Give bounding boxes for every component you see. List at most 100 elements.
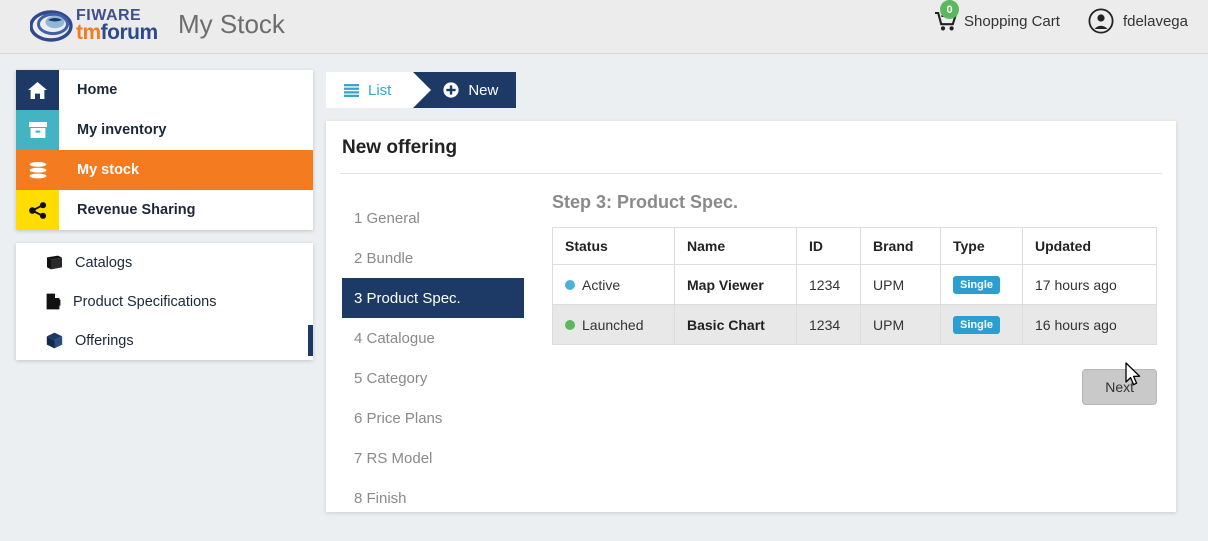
wizard-step-1[interactable]: 1 General bbox=[342, 198, 522, 238]
sidebar-item-product-specifications[interactable]: Product Specifications bbox=[16, 282, 313, 321]
stock-icon-block bbox=[16, 150, 59, 190]
cart-count-badge: 0 bbox=[940, 0, 960, 19]
wizard-step-6-label: 6 Price Plans bbox=[354, 409, 443, 427]
header-actions: 0 Shopping Cart fdelavega bbox=[935, 0, 1188, 34]
cell-updated: 16 hours ago bbox=[1022, 304, 1157, 345]
revenue-icon-block bbox=[16, 190, 59, 230]
database-stack-icon bbox=[29, 161, 46, 178]
sidebar-item-home-label: Home bbox=[77, 82, 118, 98]
cell-brand: UPM bbox=[860, 264, 941, 305]
wizard-step-5[interactable]: 5 Category bbox=[342, 358, 522, 398]
wizard-step-content: Step 3: Product Spec. Status Name ID Bra… bbox=[522, 186, 1176, 518]
column-header-brand: Brand bbox=[860, 227, 941, 265]
list-icon bbox=[344, 83, 359, 97]
sidebar-item-my-stock[interactable]: My stock bbox=[16, 150, 313, 190]
cell-status: Launched bbox=[552, 304, 675, 345]
inventory-box-icon bbox=[28, 122, 47, 138]
wizard-step-8[interactable]: 8 Finish bbox=[342, 478, 522, 518]
table-body: Active Map Viewer 1234 UPM Single 17 hou… bbox=[552, 264, 1157, 345]
share-nodes-icon bbox=[28, 201, 46, 219]
status-label: Launched bbox=[582, 316, 644, 333]
brand-logo[interactable]: FIWARE tmforum bbox=[30, 5, 158, 45]
sidebar-item-my-inventory[interactable]: My inventory bbox=[16, 110, 313, 150]
home-icon bbox=[28, 81, 47, 99]
shopping-cart-label: Shopping Cart bbox=[964, 12, 1060, 30]
sidebar-item-offerings-label: Offerings bbox=[75, 332, 134, 349]
wizard-step-2[interactable]: 2 Bundle bbox=[342, 238, 522, 278]
cube-icon bbox=[46, 332, 63, 349]
content-tabbar: List New bbox=[326, 72, 517, 108]
panel-heading: New offering bbox=[342, 137, 458, 158]
cell-id: 1234 bbox=[796, 304, 861, 345]
app-header: FIWARE tmforum My Stock 0 Shopping Cart … bbox=[0, 0, 1208, 54]
panel-body: 1 General 2 Bundle 3 Product Spec. 4 Cat… bbox=[326, 174, 1176, 518]
page-title: My Stock bbox=[178, 9, 285, 39]
cell-name: Basic Chart bbox=[674, 304, 797, 345]
wizard-step-7-label: 7 RS Model bbox=[354, 449, 433, 467]
plus-circle-icon bbox=[443, 82, 459, 98]
fiware-swirl-icon bbox=[30, 10, 73, 42]
wizard-step-7[interactable]: 7 RS Model bbox=[342, 438, 522, 478]
tab-list-label: List bbox=[368, 81, 392, 99]
shopping-cart-button[interactable]: 0 Shopping Cart bbox=[935, 0, 1060, 31]
wizard-step-3[interactable]: 3 Product Spec. bbox=[342, 278, 524, 318]
column-header-id: ID bbox=[796, 227, 861, 265]
cell-type: Single bbox=[940, 304, 1023, 345]
cell-name: Map Viewer bbox=[674, 264, 797, 305]
wizard-step-6[interactable]: 6 Price Plans bbox=[342, 398, 522, 438]
sidebar-item-offerings[interactable]: Offerings bbox=[16, 321, 313, 360]
sidebar-item-catalogs-label: Catalogs bbox=[75, 254, 133, 271]
wizard-step-3-label: 3 Product Spec. bbox=[354, 289, 461, 307]
column-header-status: Status bbox=[552, 227, 675, 265]
wizard-step-4[interactable]: 4 Catalogue bbox=[342, 318, 522, 358]
wizard-button-row: Next bbox=[552, 369, 1157, 405]
sidebar-item-home[interactable]: Home bbox=[16, 70, 313, 110]
sidebar-item-revenue-sharing-label: Revenue Sharing bbox=[77, 202, 196, 218]
table-head: Status Name ID Brand Type Updated bbox=[552, 227, 1157, 265]
wizard-step-1-label: 1 General bbox=[354, 209, 420, 227]
user-menu-button[interactable]: fdelavega bbox=[1088, 8, 1188, 34]
sidebar-item-catalogs[interactable]: Catalogs bbox=[16, 243, 313, 282]
wizard-step-8-label: 8 Finish bbox=[354, 489, 407, 507]
tab-list[interactable]: List bbox=[326, 72, 432, 108]
home-icon-block bbox=[16, 70, 59, 110]
type-badge: Single bbox=[953, 276, 1001, 294]
cell-type: Single bbox=[940, 264, 1023, 305]
new-offering-panel: New offering 1 General 2 Bundle 3 Produc… bbox=[326, 121, 1176, 512]
cell-status: Active bbox=[552, 264, 675, 305]
file-text-icon bbox=[46, 293, 61, 310]
sidebar-main-nav: Home My inventory My stock Revenue Shari… bbox=[16, 70, 313, 230]
column-header-updated: Updated bbox=[1022, 227, 1157, 265]
offerings-active-indicator bbox=[308, 325, 313, 356]
column-header-type: Type bbox=[940, 227, 1023, 265]
brand-tmforum-text: tmforum bbox=[76, 20, 158, 44]
wizard-step-list: 1 General 2 Bundle 3 Product Spec. 4 Cat… bbox=[326, 186, 524, 518]
product-spec-table: Status Name ID Brand Type Updated Active… bbox=[552, 227, 1157, 345]
step-heading: Step 3: Product Spec. bbox=[552, 192, 739, 212]
table-row[interactable]: Active Map Viewer 1234 UPM Single 17 hou… bbox=[552, 264, 1157, 305]
sidebar-item-my-inventory-label: My inventory bbox=[77, 122, 167, 138]
status-label: Active bbox=[582, 276, 621, 293]
wizard-step-2-label: 2 Bundle bbox=[354, 249, 414, 267]
next-button[interactable]: Next bbox=[1082, 369, 1157, 405]
cell-brand: UPM bbox=[860, 304, 941, 345]
sidebar-item-my-stock-label: My stock bbox=[77, 162, 140, 178]
status-dot-icon bbox=[565, 319, 575, 330]
cell-id: 1234 bbox=[796, 264, 861, 305]
wizard-step-5-label: 5 Category bbox=[354, 369, 428, 387]
book-icon bbox=[47, 255, 62, 270]
user-circle-icon bbox=[1088, 8, 1114, 34]
wizard-step-4-label: 4 Catalogue bbox=[354, 329, 435, 347]
type-badge: Single bbox=[953, 316, 1001, 334]
sidebar-item-product-specifications-label: Product Specifications bbox=[73, 293, 217, 310]
cell-updated: 17 hours ago bbox=[1022, 264, 1157, 305]
table-row[interactable]: Launched Basic Chart 1234 UPM Single 16 … bbox=[552, 304, 1157, 345]
user-name-label: fdelavega bbox=[1122, 12, 1188, 30]
table-header-row: Status Name ID Brand Type Updated bbox=[552, 227, 1157, 265]
status-dot-icon bbox=[565, 279, 575, 290]
column-header-name: Name bbox=[674, 227, 797, 265]
sidebar-sub-nav: Catalogs Product Specifications Offering… bbox=[16, 243, 313, 360]
sidebar-item-revenue-sharing[interactable]: Revenue Sharing bbox=[16, 190, 313, 230]
inventory-icon-block bbox=[16, 110, 59, 150]
brand-wordmark: FIWARE tmforum bbox=[76, 7, 158, 44]
